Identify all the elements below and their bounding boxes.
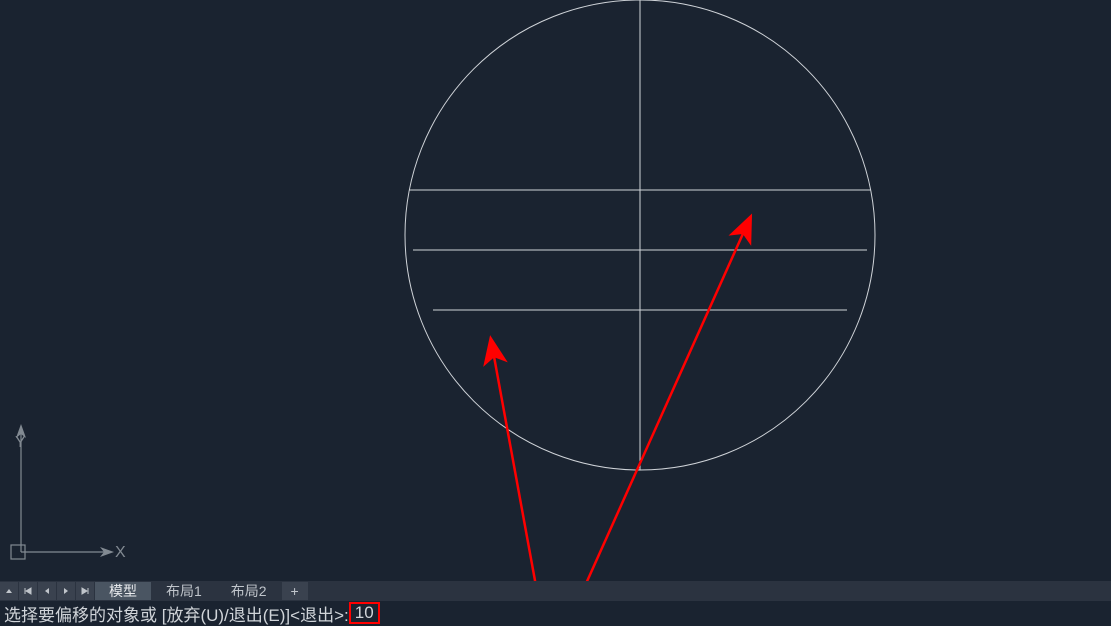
tab-nav-last[interactable] [76,582,94,600]
tab-nav-first[interactable] [19,582,37,600]
ucs-x-label: X [115,544,126,562]
tab-layout2[interactable]: 布局2 [217,582,281,600]
layout-tab-bar: 模型 布局1 布局2 + [0,581,1111,601]
tab-nav-next[interactable] [57,582,75,600]
tab-model[interactable]: 模型 [95,582,151,600]
tab-add[interactable]: + [282,582,308,600]
tab-nav-prev[interactable] [38,582,56,600]
tab-nav-up[interactable] [0,582,18,600]
tab-layout1[interactable]: 布局1 [152,582,216,600]
ucs-y-label: Y [15,434,26,452]
command-line[interactable]: 选择要偏移的对象或 [放弃(U)/退出(E)]<退出>: 10 [0,601,1111,625]
drawing-canvas[interactable]: Y X [0,0,1111,580]
ucs-icon [8,410,128,570]
command-prompt: 选择要偏移的对象或 [放弃(U)/退出(E)]<退出>: [4,601,349,626]
drawing-content [0,0,1111,580]
command-input-highlight: 10 [349,602,380,624]
command-input-value[interactable]: 10 [355,603,374,623]
